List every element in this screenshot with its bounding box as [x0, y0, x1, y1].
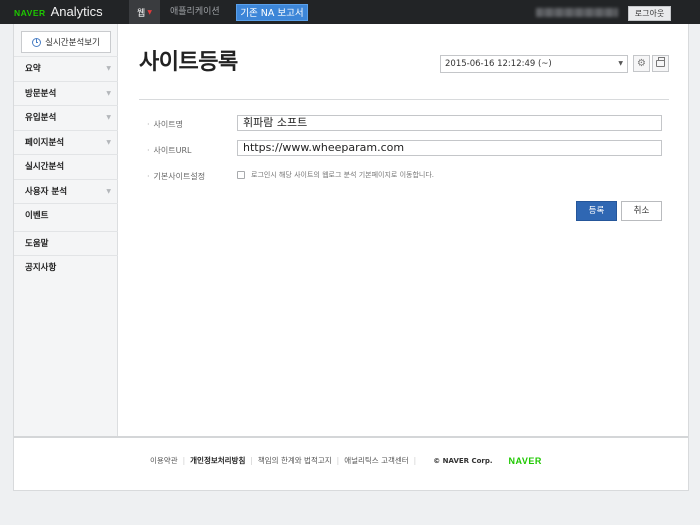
realtime-analysis-button[interactable]: 실시간분석보기 [21, 31, 111, 53]
default-site-label: · 기본사이트설정 [147, 172, 206, 181]
sidebar-item-page-analysis[interactable]: 페이지분석 ▼ [14, 129, 118, 155]
default-site-description: 로그인시 해당 사이트의 웹로그 분석 기본페이지로 이동합니다. [251, 171, 435, 179]
register-button[interactable]: 등록 [576, 201, 617, 221]
sidebar: 실시간분석보기 요약 ▼ 방문분석 ▼ 유입분석 ▼ 페이지분석 ▼ 실시간분석 사용자… [14, 24, 118, 436]
footer-privacy-link[interactable]: 개인정보처리방침 [190, 455, 245, 466]
analytics-logo-text: Analytics [50, 4, 103, 19]
chevron-down-icon: ▼ [106, 138, 111, 146]
sidebar-item-label: 방문분석 [25, 88, 57, 99]
naver-analytics-logo[interactable]: NAVER Analytics [14, 4, 103, 20]
footer-links: 이용약관 | 개인정보처리방침 | 책임의 한계와 법적고지 | 애널리틱스 고… [150, 455, 542, 466]
divider [139, 99, 669, 100]
footer: 이용약관 | 개인정보처리방침 | 책임의 한계와 법적고지 | 애널리틱스 고… [14, 436, 688, 490]
chevron-down-icon: ▼ [147, 8, 152, 16]
top-bar: NAVER Analytics 웹 ▼ 애플리케이션 기존 NA 보고서 로그아… [0, 0, 700, 24]
sidebar-item-help[interactable]: 도움말 [14, 230, 118, 256]
default-site-label-text: 기본사이트설정 [153, 172, 206, 181]
date-range-value: 2015-06-16 12:12:49 (~) [445, 59, 552, 69]
footer-separator: | [413, 456, 417, 465]
nav-application[interactable]: 애플리케이션 [170, 0, 220, 24]
sidebar-item-label: 페이지분석 [25, 137, 65, 148]
page-title: 사이트등록 [139, 50, 238, 75]
site-url-field[interactable]: https://www.wheeparam.com [237, 140, 662, 156]
footer-separator: | [250, 456, 253, 465]
default-site-checkbox[interactable] [237, 171, 245, 179]
nav-web-dropdown[interactable]: 웹 ▼ [129, 0, 160, 24]
sidebar-menu: 요약 ▼ 방문분석 ▼ 유입분석 ▼ 페이지분석 ▼ 실시간분석 사용자 분석 ▼ 이벤트… [14, 56, 118, 280]
default-site-option: 로그인시 해당 사이트의 웹로그 분석 기본페이지로 이동합니다. [237, 170, 434, 180]
site-name-label-text: 사이트명 [153, 120, 183, 129]
footer-terms-link[interactable]: 이용약관 [150, 455, 178, 466]
site-name-field[interactable]: 휘파람 소프트 [237, 115, 662, 131]
sidebar-item-label: 실시간분석 [25, 162, 65, 172]
chevron-down-icon: ▼ [106, 187, 111, 195]
sidebar-item-events[interactable]: 이벤트 [14, 203, 118, 228]
footer-support-link[interactable]: 애널리틱스 고객센터 [344, 455, 408, 466]
main-frame: 실시간분석보기 요약 ▼ 방문분석 ▼ 유입분석 ▼ 페이지분석 ▼ 실시간분석 사용자… [13, 24, 689, 491]
footer-disclaimer-link[interactable]: 책임의 한계와 법적고지 [258, 455, 332, 466]
sidebar-item-visit-analysis[interactable]: 방문분석 ▼ [14, 80, 118, 106]
chevron-down-icon: ▼ [618, 60, 623, 67]
site-name-label: · 사이트명 [147, 120, 183, 129]
sidebar-item-user-analysis[interactable]: 사용자 분석 ▼ [14, 178, 118, 204]
sidebar-item-label: 사용자 분석 [25, 186, 68, 197]
chevron-down-icon: ▼ [106, 89, 111, 97]
gear-icon: ⚙ [637, 58, 646, 69]
naver-logo-text: NAVER [14, 8, 46, 18]
clock-icon [32, 37, 42, 47]
site-url-label: · 사이트URL [147, 146, 192, 155]
realtime-analysis-label: 실시간분석보기 [45, 38, 100, 48]
sidebar-item-label: 공지사항 [25, 263, 57, 273]
settings-button[interactable]: ⚙ [633, 55, 650, 72]
chevron-down-icon: ▼ [106, 114, 111, 121]
site-url-label-text: 사이트URL [153, 146, 192, 155]
nav-web-label: 웹 [137, 8, 146, 19]
blurred-user-id [536, 8, 618, 17]
print-button[interactable] [652, 55, 669, 72]
footer-separator: | [336, 456, 340, 465]
legacy-report-button[interactable]: 기존 NA 보고서 [236, 4, 308, 21]
chevron-down-icon: ▼ [106, 65, 111, 72]
date-range-select[interactable]: 2015-06-16 12:12:49 (~) ▼ [440, 55, 628, 73]
sidebar-item-label: 이벤트 [25, 211, 49, 221]
sidebar-item-label: 요약 [25, 64, 41, 74]
sidebar-item-inflow-analysis[interactable]: 유입분석 ▼ [14, 105, 118, 130]
sidebar-item-label: 도움말 [25, 238, 49, 249]
footer-naver-logo[interactable]: NAVER [509, 456, 542, 466]
content-area: 사이트등록 2015-06-16 12:12:49 (~) ▼ ⚙ · 사이트명 … [119, 24, 689, 436]
printer-icon [656, 57, 665, 67]
sidebar-item-realtime-analysis[interactable]: 실시간분석 [14, 154, 118, 179]
cancel-button[interactable]: 취소 [621, 201, 662, 221]
footer-separator: | [182, 456, 186, 465]
sidebar-item-label: 유입분석 [25, 113, 57, 123]
copyright-text: © NAVER Corp. [433, 456, 493, 465]
logout-button[interactable]: 로그아웃 [628, 6, 671, 21]
sidebar-item-summary[interactable]: 요약 ▼ [14, 56, 118, 81]
sidebar-item-notices[interactable]: 공지사항 [14, 255, 118, 280]
